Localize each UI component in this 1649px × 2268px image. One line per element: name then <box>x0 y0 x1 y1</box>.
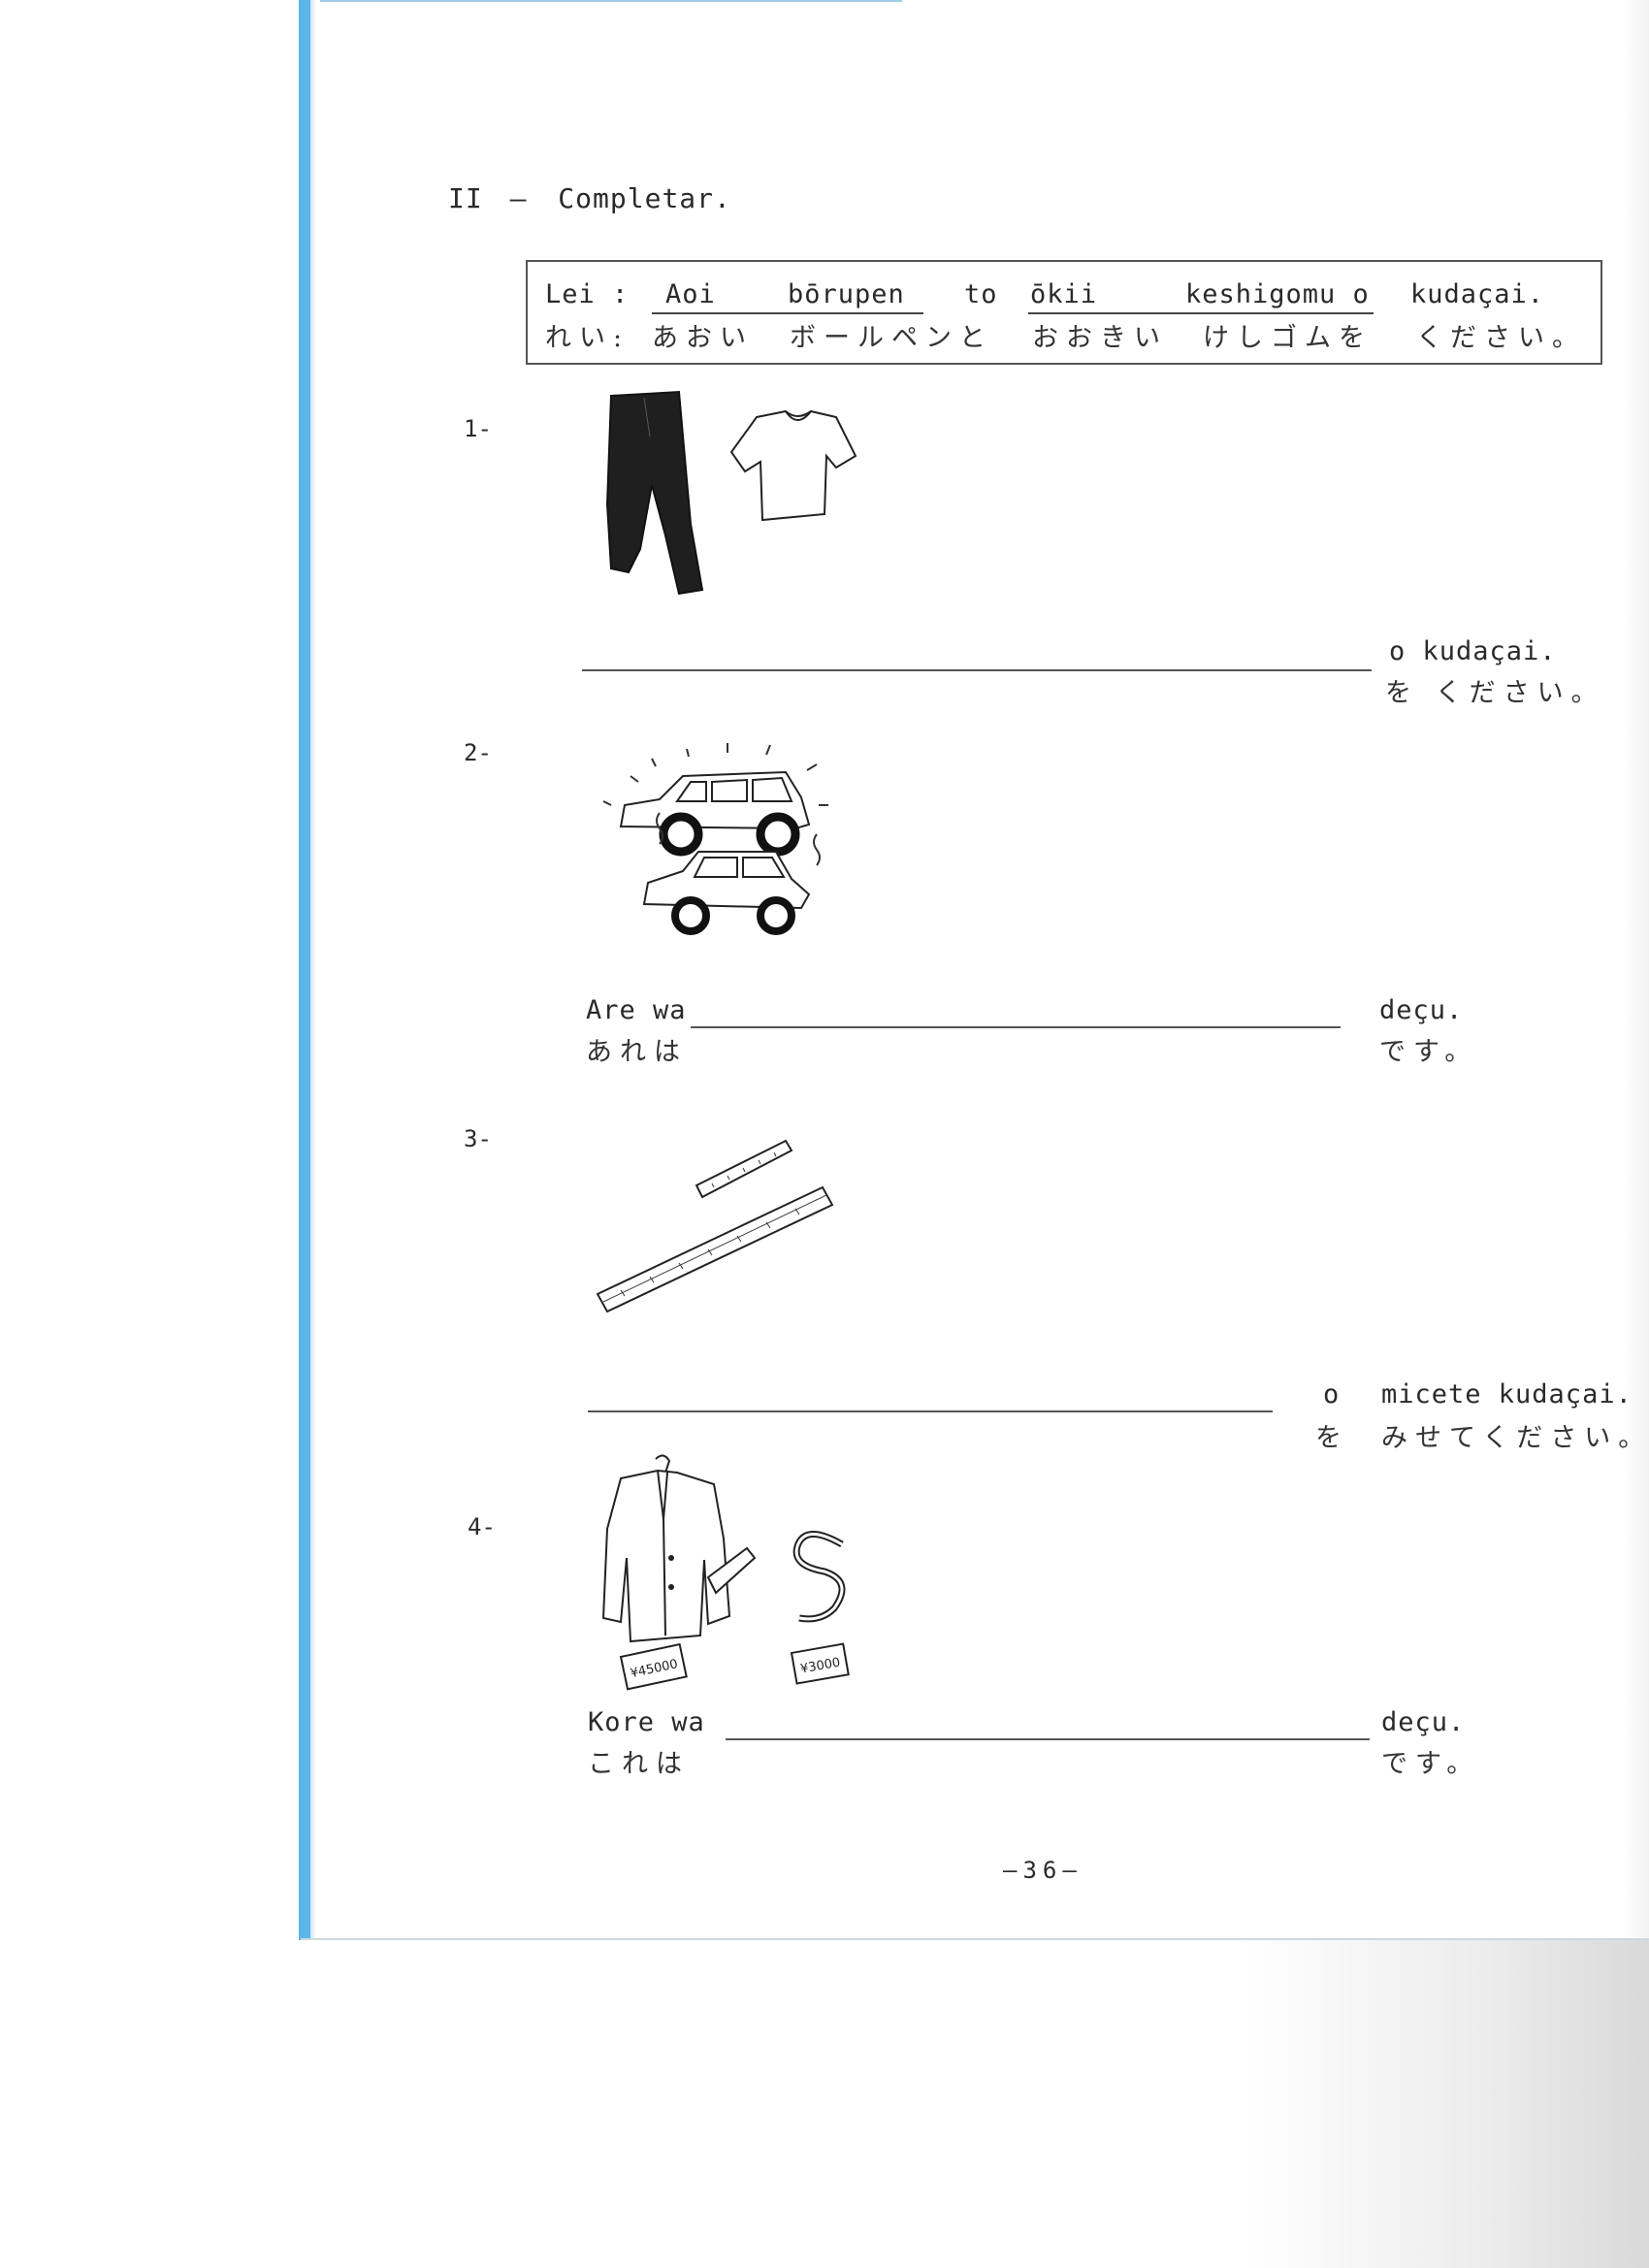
example-underline-2 <box>1028 312 1374 314</box>
answer-line-4[interactable] <box>726 1738 1370 1740</box>
example-label-romaji: Lei : <box>545 279 630 309</box>
exercise-4-prefix-kana: これは <box>588 1749 690 1779</box>
exercise-4-suffix-romaji: deçu. <box>1381 1707 1466 1737</box>
exercise-number-2: 2- <box>464 739 492 766</box>
example-word-kudacai: kudaçai. <box>1410 279 1545 309</box>
example-word-okii: ōkii <box>1030 279 1098 309</box>
answer-line-3[interactable] <box>588 1410 1273 1412</box>
exercise-2-suffix-romaji: deçu. <box>1379 995 1464 1025</box>
example-word-borupen: bōrupen <box>788 279 905 309</box>
page-number: —36— <box>1003 1857 1083 1884</box>
section-dash: — <box>509 182 528 214</box>
example-kana-aoi: あおい <box>652 323 754 353</box>
jacket-and-belt-illustration: ¥45000 ¥3000 <box>601 1454 850 1691</box>
exercise-4-suffix-kana: です。 <box>1381 1749 1481 1779</box>
book-spine-edge <box>299 0 310 1940</box>
exercise-1-suffix-romaji: o kudaçai. <box>1389 636 1557 666</box>
example-underline-1 <box>652 312 923 314</box>
two-cars-illustration <box>602 743 828 935</box>
scanner-bed-area <box>291 1940 1649 2268</box>
rulers-illustration <box>596 1139 834 1313</box>
exercise-3-suffix-romaji: micete kudaçai. <box>1381 1379 1633 1409</box>
example-word-aoi: Aoi <box>665 279 716 309</box>
spine-shadow <box>310 0 316 1940</box>
pants-and-tshirt-illustration <box>605 390 857 596</box>
exercise-1-suffix-kana: を ください。 <box>1385 678 1605 708</box>
section-roman-numeral: II <box>448 182 483 214</box>
exercise-number-3: 3- <box>464 1125 492 1152</box>
example-word-keshigomu: keshigomu o <box>1185 279 1370 309</box>
exercise-3-particle-kana: を <box>1315 1423 1349 1453</box>
example-kana-okii: おおきい <box>1032 323 1168 353</box>
top-edge-line <box>320 0 902 2</box>
exercise-3-suffix-kana: みせてください。 <box>1381 1423 1649 1453</box>
section-title: Completar. <box>558 182 731 214</box>
exercise-4-prefix-romaji: Kore wa <box>588 1707 705 1737</box>
example-word-to: to <box>964 279 998 309</box>
example-kana-kudasai: ください。 <box>1416 323 1586 353</box>
answer-line-1[interactable] <box>582 669 1372 671</box>
exercise-2-prefix-kana: あれは <box>586 1037 688 1067</box>
exercise-3-particle-romaji: o <box>1323 1379 1341 1409</box>
right-shade <box>1625 0 1649 1940</box>
exercise-2-prefix-romaji: Are wa <box>586 995 687 1025</box>
example-kana-borupen: ボールペンと <box>790 323 993 353</box>
example-kana-keshigomu: けしゴムを <box>1203 323 1373 353</box>
exercise-number-1: 1- <box>464 415 492 442</box>
exercise-number-4: 4- <box>468 1513 496 1540</box>
exercise-2-suffix-kana: です。 <box>1379 1037 1479 1067</box>
section-heading: II — Completar. <box>448 182 731 214</box>
example-label-kana: れい: <box>545 323 630 353</box>
answer-line-2[interactable] <box>691 1026 1341 1028</box>
